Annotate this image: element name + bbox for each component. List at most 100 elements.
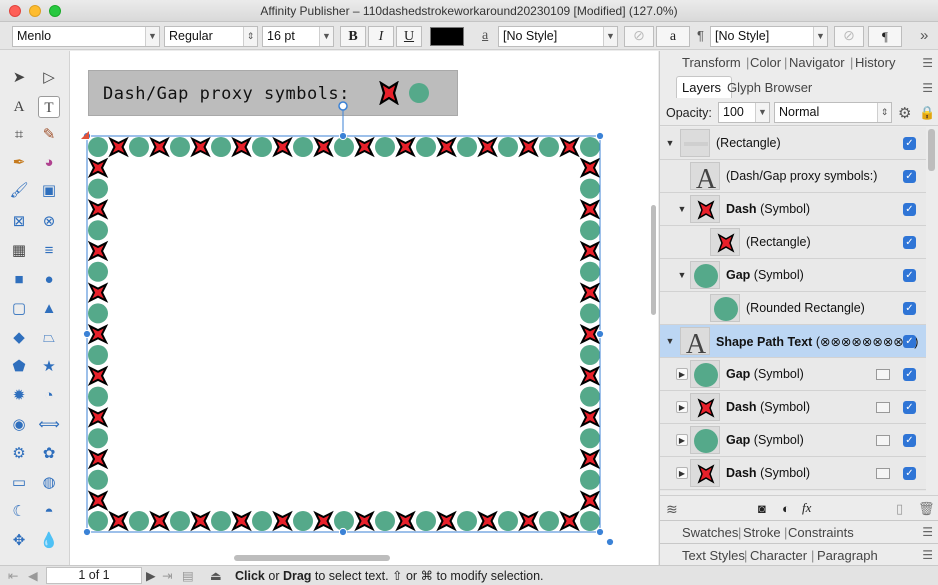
cloud-tool-icon[interactable]: ✿ [38,443,60,465]
tab-transform[interactable]: Transform [682,55,741,70]
visibility-checkbox[interactable]: ✓ [903,137,916,150]
tab-character[interactable]: Character [750,548,807,563]
path-end-handle[interactable] [605,537,615,547]
visibility-checkbox[interactable]: ✓ [903,434,916,447]
lock-icon[interactable]: 🔒 [919,105,935,121]
color-picker-tool-icon[interactable]: ✎ [38,124,60,146]
callout-rounded-tool-icon[interactable]: ▭ [8,472,30,494]
font-size-select[interactable]: 16 pt ▼ [262,26,334,47]
pen-tool-icon[interactable]: ✒ [8,152,30,174]
layer-row[interactable]: ▼ Gap (Symbol) ✓ [660,259,926,292]
data-merge-tool-icon[interactable]: ≡ [38,240,60,262]
visibility-checkbox[interactable]: ✓ [903,335,916,348]
disclosure-closed-icon[interactable]: ▶ [676,368,688,380]
visibility-checkbox[interactable]: ✓ [903,170,916,183]
double-arrow-tool-icon[interactable]: ⟺ [38,414,60,436]
visibility-checkbox[interactable]: ✓ [903,401,916,414]
pie-tool-icon[interactable]: ◔ [38,385,60,407]
resize-handle[interactable] [82,329,92,339]
artistic-text-tool-icon[interactable]: T [38,96,60,118]
puzzle-tool-icon[interactable]: ✥ [8,530,30,552]
font-family-select[interactable]: Menlo ▼ [12,26,160,47]
panel-menu-icon[interactable]: ☰ [922,548,933,562]
panel-menu-icon[interactable]: ☰ [922,81,933,95]
layers-scrollbar[interactable] [928,129,935,171]
page-field[interactable]: 1 of 1 [46,567,142,584]
resize-handle[interactable] [338,131,348,141]
layer-row[interactable]: (Rectangle) ✓ [660,226,926,259]
paragraph-style-select[interactable]: [No Style] ▼ [710,26,828,47]
layer-stack-icon[interactable]: ≋ [666,501,678,518]
blend-mode-select[interactable]: Normal ⇕ [774,102,892,123]
tab-layers[interactable]: Layers [682,80,721,95]
resize-handle[interactable] [82,527,92,537]
disclosure-open-icon[interactable]: ▼ [676,203,688,215]
ellipse-tool-icon[interactable]: ● [38,269,60,291]
previous-page-icon[interactable]: ◀ [28,568,38,583]
visibility-checkbox[interactable]: ✓ [903,269,916,282]
tab-glyph-browser[interactable]: Glyph Browser [727,80,812,95]
canvas-horizontal-scrollbar[interactable] [234,555,390,561]
rounded-rectangle-tool-icon[interactable]: ▢ [8,298,30,320]
dashed-border-shape[interactable] [70,51,658,565]
rectangle-tool-icon[interactable]: ■ [8,269,30,291]
disclosure-open-icon[interactable]: ▼ [676,269,688,281]
trash-icon[interactable]: 🗑 [918,501,935,517]
tab-color[interactable]: Color [750,55,781,70]
segment-tool-icon[interactable]: ◓ [38,501,60,523]
text-path-start-marker[interactable] [81,131,89,139]
tear-tool-icon[interactable]: 💧 [38,530,60,552]
layers-list[interactable]: ▼ (Rectangle) ✓ A (Dash/Gap proxy symbols:) ✓… [660,127,926,491]
underline-button[interactable]: U [396,26,422,47]
panel-menu-icon[interactable]: ☰ [922,56,933,70]
node-tool-icon[interactable]: ▷ [38,67,60,89]
visibility-checkbox[interactable]: ✓ [903,467,916,480]
picture-frame-ellipse-icon[interactable]: ⊗ [38,211,60,233]
tab-paragraph[interactable]: Paragraph [817,548,878,563]
tab-navigator[interactable]: Navigator [789,55,845,70]
layer-row[interactable]: ▶ Gap (Symbol) ✓ [660,424,926,457]
disclosure-open-icon[interactable]: ▼ [664,335,676,347]
character-style-button[interactable]: a [656,26,690,47]
fill-tool-icon[interactable]: ◕ [38,152,60,174]
layer-row[interactable]: ▶ Dash (Symbol) ✓ [660,391,926,424]
disclosure-closed-icon[interactable]: ▶ [676,434,688,446]
diamond-tool-icon[interactable]: ◆ [8,327,30,349]
page-spread-icon[interactable]: ▤ [182,568,194,583]
visibility-checkbox[interactable]: ✓ [903,368,916,381]
layer-row[interactable]: ▶ Dash (Symbol) ✓ [660,457,926,490]
opacity-field[interactable]: 100 ▼ [718,102,770,123]
frame-text-tool-icon[interactable]: A [8,96,30,118]
crop-tool-icon[interactable]: ⌗ [8,124,30,146]
resize-handle[interactable] [595,527,605,537]
visibility-checkbox[interactable]: ✓ [903,236,916,249]
disclosure-closed-icon[interactable]: ▶ [676,467,688,479]
resize-handle[interactable] [338,527,348,537]
layer-row[interactable]: ▼ A Shape Path Text (⊗⊗⊗⊗⊗⊗⊗⊗⊗) ✓ [660,325,926,360]
mask-layer-icon[interactable]: ◙ [758,501,766,516]
move-tool-icon[interactable]: ➤ [8,67,30,89]
layer-row[interactable]: ▶ Gap (Symbol) ✓ [660,358,926,391]
layer-effects-icon[interactable] [876,402,890,413]
star-tool-icon[interactable]: ★ [38,356,60,378]
visibility-checkbox[interactable]: ✓ [903,203,916,216]
callout-ellipse-tool-icon[interactable]: ◍ [38,472,60,494]
panel-menu-icon[interactable]: ☰ [922,525,933,539]
adjustment-layer-icon[interactable]: ◐ [782,501,790,516]
place-image-tool-icon[interactable]: ▣ [38,180,60,202]
add-layer-icon[interactable]: ▯ [896,501,903,517]
first-page-icon[interactable]: ⇤ [8,568,18,583]
layer-effects-icon[interactable] [876,369,890,380]
layer-effects-icon[interactable] [876,435,890,446]
tab-text-styles[interactable]: Text Styles [682,548,745,563]
crescent-tool-icon[interactable]: ☾ [8,501,30,523]
donut-tool-icon[interactable]: ◉ [8,414,30,436]
layer-row[interactable]: ▼ (Rectangle) ✓ [660,127,926,160]
resize-handle[interactable] [595,131,605,141]
last-page-icon[interactable]: ⇥ [162,568,172,583]
layer-row[interactable]: ▼ Dash (Symbol) ✓ [660,193,926,226]
bold-button[interactable]: B [340,26,366,47]
disclosure-closed-icon[interactable]: ▶ [676,401,688,413]
vector-brush-tool-icon[interactable]: 🖌 [8,180,30,202]
tab-constraints[interactable]: Constraints [788,525,854,540]
